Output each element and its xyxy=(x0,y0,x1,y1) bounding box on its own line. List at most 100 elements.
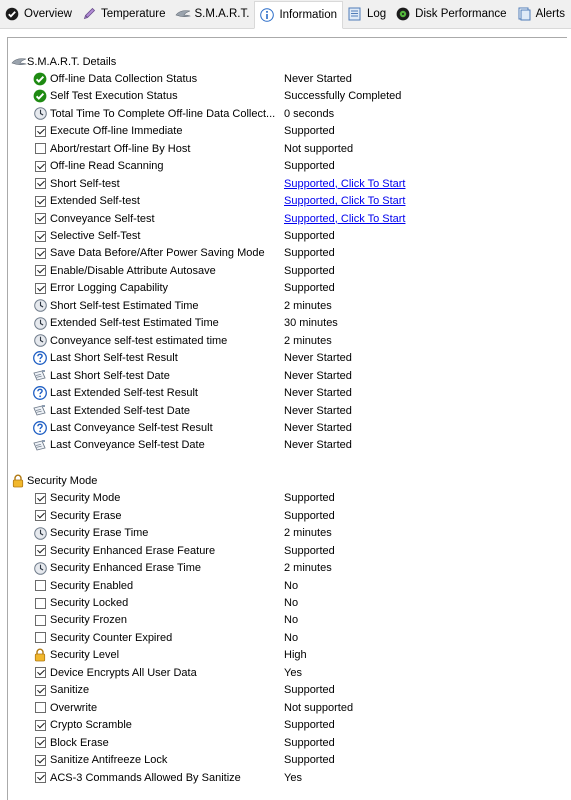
calendar-icon xyxy=(33,438,47,452)
row-label: Off-line Data Collection Status xyxy=(50,72,198,85)
row-value: Supported xyxy=(284,509,335,522)
info-row-security-enabled: Security Enabled No xyxy=(33,577,571,594)
information-panel: S.M.A.R.T. Details Off-line Data Collecti… xyxy=(7,37,567,800)
row-value: High xyxy=(284,649,307,662)
row-value: Supported xyxy=(284,247,335,260)
info-row-last-extended-self-test-result: Last Extended Self-test Result Never Star… xyxy=(33,385,571,402)
disk-performance-icon xyxy=(395,6,411,22)
row-label: Security Counter Expired xyxy=(50,631,173,644)
row-label: Block Erase xyxy=(50,736,109,749)
tab-alerts[interactable]: Alerts xyxy=(512,1,570,28)
row-label: Abort/restart Off-line By Host xyxy=(50,142,191,155)
row-value: Supported xyxy=(284,544,335,557)
row-value: Supported xyxy=(284,264,335,277)
section-title: Security Mode xyxy=(27,474,98,487)
info-row-sanitize: Sanitize Supported xyxy=(33,682,571,699)
row-value: Never Started xyxy=(284,352,352,365)
checkbox-checked-icon xyxy=(33,736,47,750)
clock-icon xyxy=(33,316,47,330)
info-row-sanitize-antifreeze-lock: Sanitize Antifreeze Lock Supported xyxy=(33,752,571,769)
tab-overview[interactable]: Overview xyxy=(0,1,77,28)
calendar-icon xyxy=(33,404,47,418)
row-label: Security Erase Time xyxy=(50,527,149,540)
log-icon xyxy=(347,6,363,22)
checkbox-unchecked-icon xyxy=(33,579,47,593)
row-label: Extended Self-test xyxy=(50,195,140,208)
info-row-block-erase: Block Erase Supported xyxy=(33,734,571,751)
question-icon xyxy=(33,351,47,366)
checkbox-checked-icon xyxy=(33,509,47,523)
tab-log[interactable]: Log xyxy=(343,1,391,28)
checkbox-checked-icon xyxy=(33,212,47,226)
row-value: Never Started xyxy=(284,369,352,382)
info-row-conveyance-self-test-estimated-time: Conveyance self-test estimated time 2 min… xyxy=(33,332,571,349)
checkbox-checked-icon xyxy=(33,264,47,278)
start-test-link[interactable]: Supported, Click To Start xyxy=(284,195,405,207)
start-test-link[interactable]: Supported, Click To Start xyxy=(284,213,405,225)
checkbox-unchecked-icon xyxy=(33,613,47,627)
info-row-off-line-read-scanning: Off-line Read Scanning Supported xyxy=(33,158,571,175)
row-label: Security Frozen xyxy=(50,614,128,627)
row-label: ACS-3 Commands Allowed By Sanitize xyxy=(50,771,241,784)
info-row-security-level: Security Level High xyxy=(33,647,571,664)
tab-disk-performance[interactable]: Disk Performance xyxy=(391,1,511,28)
question-icon xyxy=(33,386,47,400)
checkbox-checked-icon xyxy=(33,753,47,767)
padlock-icon xyxy=(33,648,47,662)
row-value: Supported xyxy=(284,125,335,138)
question-icon xyxy=(33,420,47,435)
section-title: S.M.A.R.T. Details xyxy=(27,55,117,68)
smart_section-section-header: S.M.A.R.T. Details xyxy=(11,53,566,70)
info-row-extended-self-test-estimated-time: Extended Self-test Estimated Time 30 minu… xyxy=(33,315,571,332)
row-label: Last Conveyance Self-test Date xyxy=(50,439,205,452)
row-value: Never Started xyxy=(284,72,352,85)
info-row-last-short-self-test-result: Last Short Self-test Result Never Started xyxy=(33,350,571,367)
info-row-last-extended-self-test-date: Last Extended Self-test Date Never Starte… xyxy=(33,402,571,419)
row-value: No xyxy=(284,597,299,609)
start-test-link[interactable]: Supported, Click To Start xyxy=(284,178,405,190)
tab-temperature[interactable]: Temperature xyxy=(77,1,171,28)
row-label: Short Self-test xyxy=(50,177,120,190)
row-value: Successfully Completed xyxy=(284,90,402,103)
tab-label: Information xyxy=(279,8,337,21)
tab-s-m-a-r-t[interactable]: S.M.A.R.T. xyxy=(171,1,255,28)
row-label: Device Encrypts All User Data xyxy=(50,666,197,679)
green-check-icon xyxy=(33,89,47,103)
clock-icon xyxy=(33,107,47,121)
info-row-last-conveyance-self-test-date: Last Conveyance Self-test Date Never Star… xyxy=(33,437,571,454)
smart-wing-icon xyxy=(11,55,27,69)
info-row-short-self-test: Short Self-test Supported, Click To Start xyxy=(33,175,571,192)
row-value: Supported xyxy=(284,754,335,767)
row-label: Last Extended Self-test Result xyxy=(50,387,198,400)
row-label: Last Conveyance Self-test Result xyxy=(50,421,213,434)
row-label: Conveyance self-test estimated time xyxy=(50,334,228,347)
row-value: 2 minutes xyxy=(284,562,332,575)
checkbox-checked-icon xyxy=(33,718,47,732)
checkbox-checked-icon xyxy=(33,177,47,191)
row-label: Security Level xyxy=(50,649,120,662)
checkbox-checked-icon xyxy=(33,159,47,173)
row-label: Security Erase xyxy=(50,509,122,522)
row-label: Last Short Self-test Date xyxy=(50,369,170,382)
row-label: Selective Self-Test xyxy=(50,230,141,242)
row-value: Supported xyxy=(284,230,335,242)
row-label: Execute Off-line Immediate xyxy=(50,125,183,138)
row-label: Off-line Read Scanning xyxy=(50,160,164,173)
row-value: Never Started xyxy=(284,387,352,400)
info-row-selective-self-test: Selective Self-Test Supported xyxy=(33,228,571,245)
check-circle-icon xyxy=(4,6,20,22)
row-value: 2 minutes xyxy=(284,527,332,540)
checkbox-checked-icon xyxy=(33,194,47,208)
alerts-icon xyxy=(516,6,532,22)
row-label: Sanitize xyxy=(50,684,90,697)
checkbox-checked-icon xyxy=(33,124,47,138)
row-value: Supported xyxy=(284,736,335,749)
info-row-overwrite: Overwrite Not supported xyxy=(33,699,571,716)
checkbox-checked-icon xyxy=(33,666,47,680)
tab-information[interactable]: Information xyxy=(254,0,343,29)
info-row-acs-3-commands-allowed-by-sanitize: ACS-3 Commands Allowed By Sanitize Yes xyxy=(33,769,571,786)
row-label: Last Extended Self-test Date xyxy=(50,404,191,417)
clock-icon xyxy=(33,561,47,575)
info-row-last-conveyance-self-test-result: Last Conveyance Self-test Result Never St… xyxy=(33,419,571,436)
row-label: Extended Self-test Estimated Time xyxy=(50,317,219,330)
